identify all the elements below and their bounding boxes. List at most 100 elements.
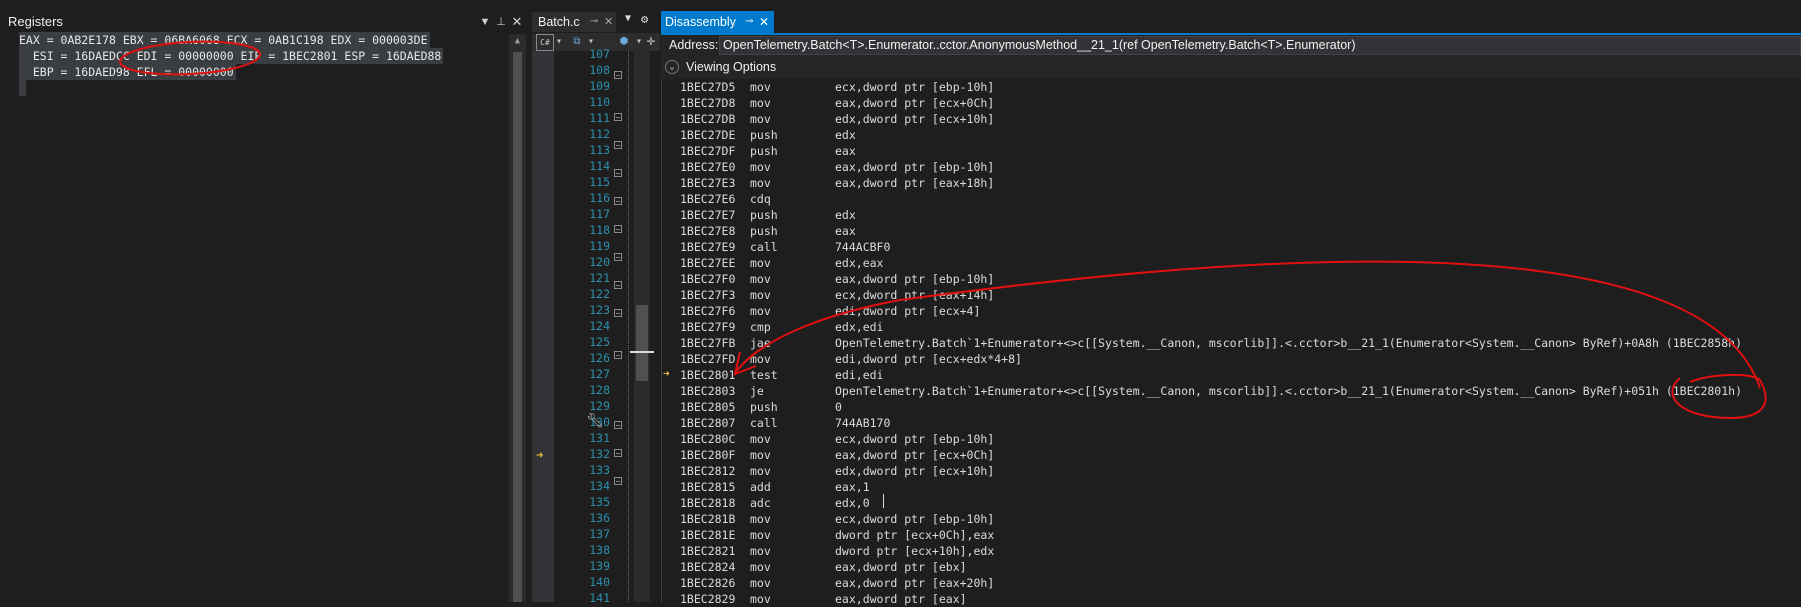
instruction-operands: eax,dword ptr [eax] — [835, 592, 967, 606]
line-number: 124 — [589, 319, 610, 333]
line-number: 128 — [589, 383, 610, 397]
scroll-position-marker — [630, 351, 654, 353]
line-number: 129 — [589, 399, 610, 413]
close-icon[interactable]: ✕ — [604, 12, 613, 32]
current-instruction-icon: ➜ — [663, 367, 670, 380]
instruction-mnemonic: jae — [750, 336, 771, 350]
close-icon[interactable]: ✕ — [510, 14, 524, 30]
pin-icon[interactable]: ⊸ — [745, 11, 753, 33]
source-scroll-thumb[interactable] — [636, 305, 648, 381]
instruction-operands: eax,dword ptr [eax+18h] — [835, 176, 995, 190]
collapse-icon[interactable]: − — [614, 421, 622, 430]
line-number: 134 — [589, 479, 610, 493]
instruction-operands: edi,edi — [835, 368, 884, 382]
line-numbers: 107 108 109 110 111 112 113 114 115 116 117 118 119 1… — [554, 47, 610, 605]
line-number: 123 — [589, 303, 610, 317]
instruction-operands: ecx,dword ptr [ebp-10h] — [835, 80, 995, 94]
instruction-address: 1BEC27DE — [680, 128, 736, 142]
instruction-operands: eax,dword ptr [ecx+0Ch] — [835, 96, 995, 110]
csharp-file-icon[interactable]: C# — [536, 34, 554, 51]
collapse-icon[interactable]: − — [614, 477, 622, 486]
register-row[interactable]: ESI = 16DAEDCC EDI = 00000000 EIP = 1BEC… — [19, 48, 444, 64]
current-statement-icon: ➜ — [536, 448, 544, 462]
tab-overflow-icon[interactable]: ▼ — [625, 13, 631, 24]
line-number: 140 — [589, 575, 610, 589]
instruction-address: 1BEC27FB — [680, 336, 736, 350]
tab-disassembly[interactable]: Disassembly ⊸ ✕ — [661, 11, 774, 33]
instruction-mnemonic: adc — [750, 496, 771, 510]
instruction-operands: edx,dword ptr [ecx+10h] — [835, 464, 995, 478]
separator — [661, 79, 662, 602]
instruction-address: 1BEC27DB — [680, 112, 736, 126]
line-number: 110 — [589, 95, 610, 109]
register-row[interactable]: EBP = 16DAED98 EFL = 00000000 — [19, 64, 236, 80]
instruction-address: 1BEC27E6 — [680, 192, 736, 206]
line-number: 114 — [589, 159, 610, 173]
instruction-address: 1BEC2826 — [680, 576, 736, 590]
instruction-mnemonic: mov — [750, 352, 771, 366]
instruction-operands: eax,1 — [835, 480, 870, 494]
address-input[interactable]: OpenTelemetry.Batch<T>.Enumerator..cctor… — [719, 36, 1801, 55]
chevron-down-icon[interactable]: ▾ — [634, 34, 644, 49]
disassembly-gutter[interactable]: ➜ — [661, 79, 678, 602]
line-number: 116 — [589, 191, 610, 205]
scroll-up-icon[interactable]: ▲ — [509, 36, 526, 46]
line-number: 115 — [589, 175, 610, 189]
line-number: 137 — [589, 527, 610, 541]
collapse-icon[interactable]: − — [614, 113, 622, 122]
viewing-options-label[interactable]: Viewing Options — [686, 60, 776, 74]
instruction-operands: eax,dword ptr [ebp-10h] — [835, 160, 995, 174]
instruction-address: 1BEC27E0 — [680, 160, 736, 174]
instruction-mnemonic: je — [750, 384, 764, 398]
line-number: 132 — [589, 447, 610, 461]
instruction-mnemonic: mov — [750, 544, 771, 558]
gear-icon[interactable]: ⚙ — [641, 12, 648, 26]
line-number: 136 — [589, 511, 610, 525]
collapse-icon[interactable]: − — [614, 141, 622, 150]
instruction-mnemonic: mov — [750, 576, 771, 590]
tab-batch-c[interactable]: Batch.c ⊸ ✕ — [532, 12, 616, 32]
wrench-icon[interactable]: 🔧︎ — [586, 413, 604, 429]
line-number: 131 — [589, 431, 610, 445]
split-add-icon[interactable]: ✛ — [644, 34, 658, 49]
instruction-address: 1BEC280C — [680, 432, 736, 446]
instruction-address: 1BEC27E7 — [680, 208, 736, 222]
instruction-address: 1BEC27FD — [680, 352, 736, 366]
method-icon[interactable]: ⬢ — [616, 34, 632, 49]
pin-icon[interactable]: ⊥ — [494, 14, 508, 30]
collapse-icon[interactable]: − — [614, 309, 622, 318]
collapse-icon[interactable]: − — [614, 71, 622, 80]
instruction-operands: edx — [835, 128, 856, 142]
collapse-icon[interactable]: − — [614, 169, 622, 178]
line-number: 135 — [589, 495, 610, 509]
disassembly-listing: 1BEC27D5 mov ecx,dword ptr [ebp-10h] 1BEC27… — [680, 79, 1801, 606]
instruction-operands: edx,dword ptr [ecx+10h] — [835, 112, 995, 126]
line-number: 133 — [589, 463, 610, 477]
dropdown-icon[interactable]: ▼ — [478, 14, 492, 30]
collapse-icon[interactable]: − — [614, 281, 622, 290]
collapse-icon[interactable]: − — [614, 351, 622, 360]
registers-pane — [0, 0, 520, 602]
instruction-address: 1BEC27E3 — [680, 176, 736, 190]
instruction-mnemonic: mov — [750, 256, 771, 270]
collapse-icon[interactable]: − — [614, 225, 622, 234]
indicator-margin[interactable]: ➜ — [532, 51, 554, 602]
chevron-down-icon[interactable]: ⌄ — [665, 60, 679, 74]
instruction-mnemonic: mov — [750, 176, 771, 190]
text-cursor — [19, 80, 26, 96]
instruction-mnemonic: mov — [750, 560, 771, 574]
instruction-operands: 0 — [835, 400, 842, 414]
collapse-icon[interactable]: − — [614, 197, 622, 206]
close-icon[interactable]: ✕ — [759, 11, 769, 33]
viewing-options-bar[interactable] — [661, 57, 1801, 79]
instruction-operands: eax,dword ptr [eax+20h] — [835, 576, 995, 590]
instruction-mnemonic: push — [750, 128, 778, 142]
pin-icon[interactable]: ⊸ — [590, 12, 598, 32]
line-number: 120 — [589, 255, 610, 269]
instruction-address: 1BEC2824 — [680, 560, 736, 574]
collapse-icon[interactable]: − — [614, 253, 622, 262]
line-number: 117 — [589, 207, 610, 221]
registers-scroll-thumb[interactable] — [513, 52, 522, 602]
collapse-icon[interactable]: − — [614, 449, 622, 458]
register-row[interactable]: EAX = 0AB2E178 EBX = 06BA6068 ECX = 0AB1… — [19, 32, 430, 48]
